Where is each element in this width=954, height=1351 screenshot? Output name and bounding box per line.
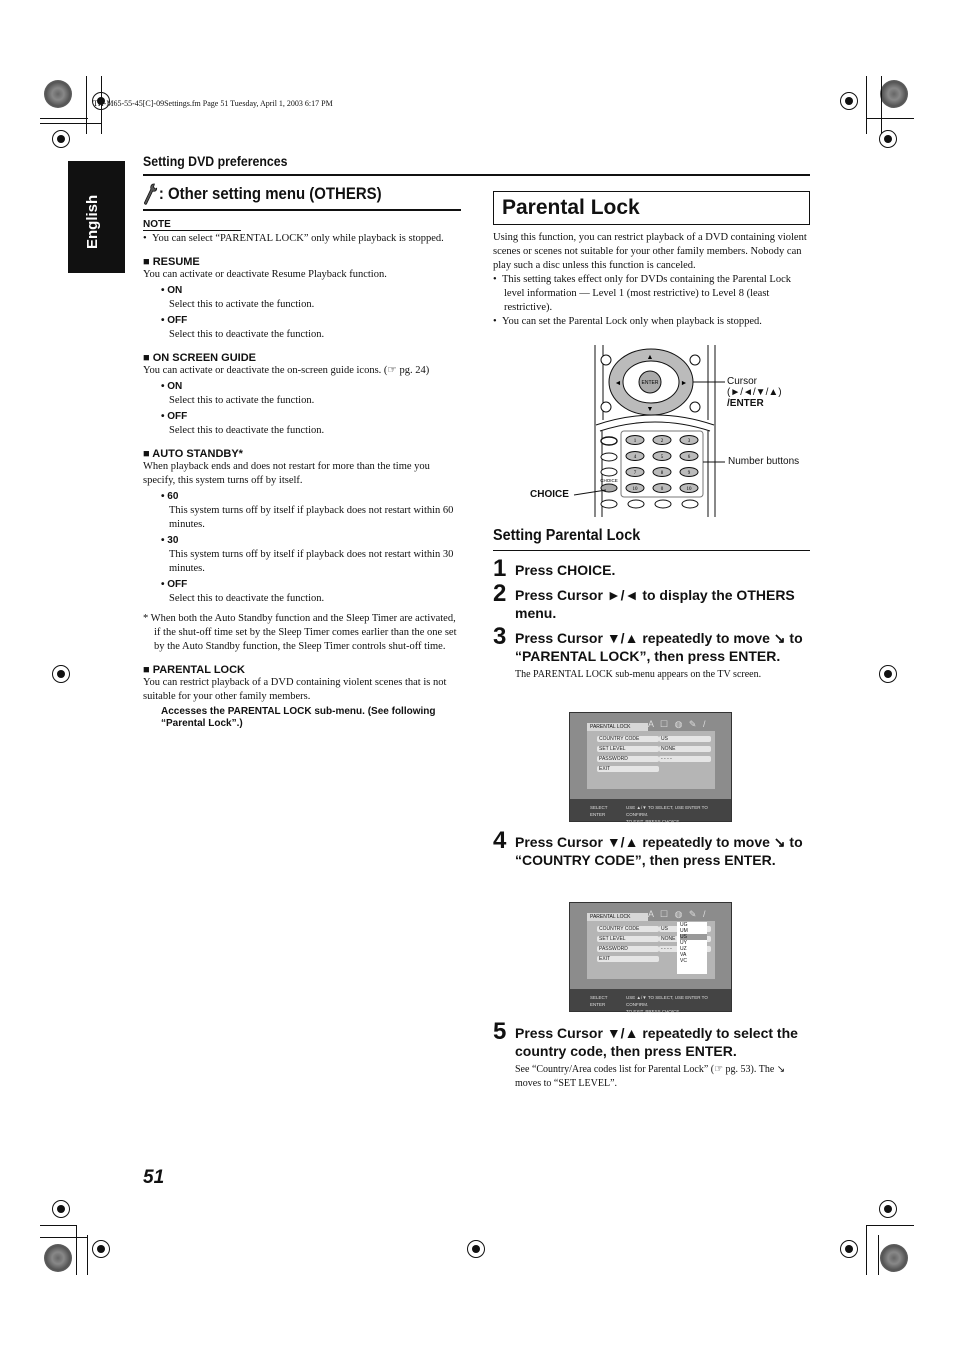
access-note: Accesses the PARENTAL LOCK sub-menu. (Se… xyxy=(161,706,436,729)
step-2: 2 Press Cursor ►/◄ to display the OTHERS… xyxy=(493,580,795,621)
crosshair-target-icon xyxy=(879,1200,897,1218)
others-heading: : Other setting menu (OTHERS) xyxy=(143,183,423,205)
option: • ON Select this to activate the function… xyxy=(161,285,315,310)
crosshair-target-icon xyxy=(92,1240,110,1258)
option: • 60 This system turns off by itself if p… xyxy=(161,491,454,530)
item-desc: You can activate or deactivate Resume Pl… xyxy=(143,269,387,280)
item-heading: ■ AUTO STANDBY* xyxy=(143,448,243,460)
crop-mark xyxy=(86,76,87,134)
enter-key-label: ENTER xyxy=(642,380,659,386)
registration-disc-icon xyxy=(880,1244,908,1272)
svg-text:▼: ▼ xyxy=(647,405,654,413)
step-4: 4 Press Cursor ▼/▲ repeatedly to move ↘ … xyxy=(493,827,803,868)
screen-footer: SELECT ENTER USE ▲/▼ TO SELECT, USE ENTER… xyxy=(570,989,731,1014)
number-key-label: 10 xyxy=(633,487,639,492)
tv-screen-country-code: PARENTAL LOCK A ☐ ◍ ✎ / COUNTRY CODE US S… xyxy=(569,902,732,1014)
item-auto-standby: ■ AUTO STANDBY* When playback ends and d… xyxy=(143,448,461,606)
section-title: Setting DVD preferences xyxy=(143,153,288,169)
right-column: Parental Lock Using this function, you c… xyxy=(493,191,810,329)
cursor-callout: Cursor (►/◄/▼/▲) /ENTER xyxy=(727,376,782,409)
menu-icons: A ☐ ◍ ✎ / xyxy=(648,909,708,919)
choice-callout: CHOICE xyxy=(530,489,569,500)
item-on-screen-guide: ■ ON SCREEN GUIDE You can activate or de… xyxy=(143,352,461,438)
svg-text:◄: ◄ xyxy=(615,379,622,387)
page-number: 51 xyxy=(143,1167,165,1188)
setting-rule xyxy=(493,550,810,551)
screen-footer: SELECT ENTER USE ▲/▼ TO SELECT, USE ENTER… xyxy=(570,799,731,824)
others-rule xyxy=(143,209,461,211)
item-desc: You can activate or deactivate the on-sc… xyxy=(143,365,430,376)
item-heading: ■ RESUME xyxy=(143,256,200,268)
crop-mark xyxy=(40,123,102,124)
item-desc: When playback ends and does not restart … xyxy=(143,461,430,486)
step-5: 5 Press Cursor ▼/▲ repeatedly to select … xyxy=(493,1018,798,1089)
tv-screen-parental-lock: PARENTAL LOCK A ☐ ◍ ✎ / COUNTRY CODE US S… xyxy=(569,712,732,824)
note-label: NOTE xyxy=(143,219,241,231)
option: • OFF Select this to deactivate the funct… xyxy=(161,411,325,436)
item-heading: ■ PARENTAL LOCK xyxy=(143,664,245,676)
bullet: • This setting takes effect only for DVD… xyxy=(493,274,792,313)
crop-mark xyxy=(866,76,867,134)
step-1: 1 Press CHOICE. xyxy=(493,555,616,582)
parental-lock-title: Parental Lock xyxy=(493,191,810,225)
note-text: • You can select “PARENTAL LOCK” only wh… xyxy=(143,233,444,244)
crosshair-target-icon xyxy=(467,1240,485,1258)
crop-mark xyxy=(881,76,882,134)
number-buttons-callout: Number buttons xyxy=(728,456,800,467)
remote-illustration: ENTER ▲ ▼ ◄ ► 1 2 3 4 5 6 7 8 9 10 0 10 CHOICE Curs… xyxy=(520,345,820,517)
menu-icons: A ☐ ◍ ✎ / xyxy=(648,719,708,729)
wrench-icon xyxy=(144,183,158,205)
section-rule xyxy=(143,174,810,176)
bullet: • You can set the Parental Lock only whe… xyxy=(493,316,762,327)
crop-mark xyxy=(878,1235,879,1275)
setting-parental-lock-heading: Setting Parental Lock xyxy=(493,527,641,544)
registration-disc-icon xyxy=(880,80,908,108)
intro-text: Using this function, you can restrict pl… xyxy=(493,232,807,271)
option: • OFF Select this to deactivate the funct… xyxy=(161,315,325,340)
country-code-option[interactable]: VC xyxy=(680,958,707,964)
crop-mark xyxy=(40,1237,88,1238)
registration-disc-icon xyxy=(44,80,72,108)
crosshair-target-icon xyxy=(52,130,70,148)
crop-mark xyxy=(866,1225,914,1226)
option: • ON Select this to activate the function… xyxy=(161,381,315,406)
crop-mark xyxy=(76,1225,77,1275)
country-code-list[interactable]: UG UM US UY UZ VA VC xyxy=(677,922,707,974)
option: • 30 This system turns off by itself if p… xyxy=(161,535,454,574)
item-parental-lock: ■ PARENTAL LOCK You can restrict playbac… xyxy=(143,664,461,730)
choice-key-label: CHOICE xyxy=(600,478,618,483)
footnote: * When both the Auto Standby function an… xyxy=(143,613,457,652)
crop-mark xyxy=(87,1235,88,1275)
svg-text:▲: ▲ xyxy=(647,353,654,361)
number-key-label: 10 xyxy=(687,487,693,492)
svg-text:►: ► xyxy=(681,379,688,387)
left-column: : Other setting menu (OTHERS) NOTE • You… xyxy=(143,183,461,730)
crop-mark xyxy=(866,118,914,119)
crop-mark xyxy=(40,118,88,119)
language-tab: English xyxy=(68,161,125,273)
crosshair-target-icon xyxy=(840,1240,858,1258)
item-resume: ■ RESUME You can activate or deactivate … xyxy=(143,256,461,342)
crop-mark xyxy=(866,1225,867,1275)
crosshair-target-icon xyxy=(879,665,897,683)
crosshair-target-icon xyxy=(52,1200,70,1218)
item-heading: ■ ON SCREEN GUIDE xyxy=(143,352,256,364)
file-info: TH-M65-55-45[C]-09Settings.fm Page 51 Tu… xyxy=(93,99,333,108)
crosshair-target-icon xyxy=(840,92,858,110)
item-desc: You can restrict playback of a DVD conta… xyxy=(143,677,447,702)
crop-mark xyxy=(40,1225,76,1226)
crosshair-target-icon xyxy=(52,665,70,683)
registration-disc-icon xyxy=(44,1244,72,1272)
step-3: 3 Press Cursor ▼/▲ repeatedly to move ↘ … xyxy=(493,623,803,680)
option: • OFF Select this to deactivate the funct… xyxy=(161,579,325,604)
